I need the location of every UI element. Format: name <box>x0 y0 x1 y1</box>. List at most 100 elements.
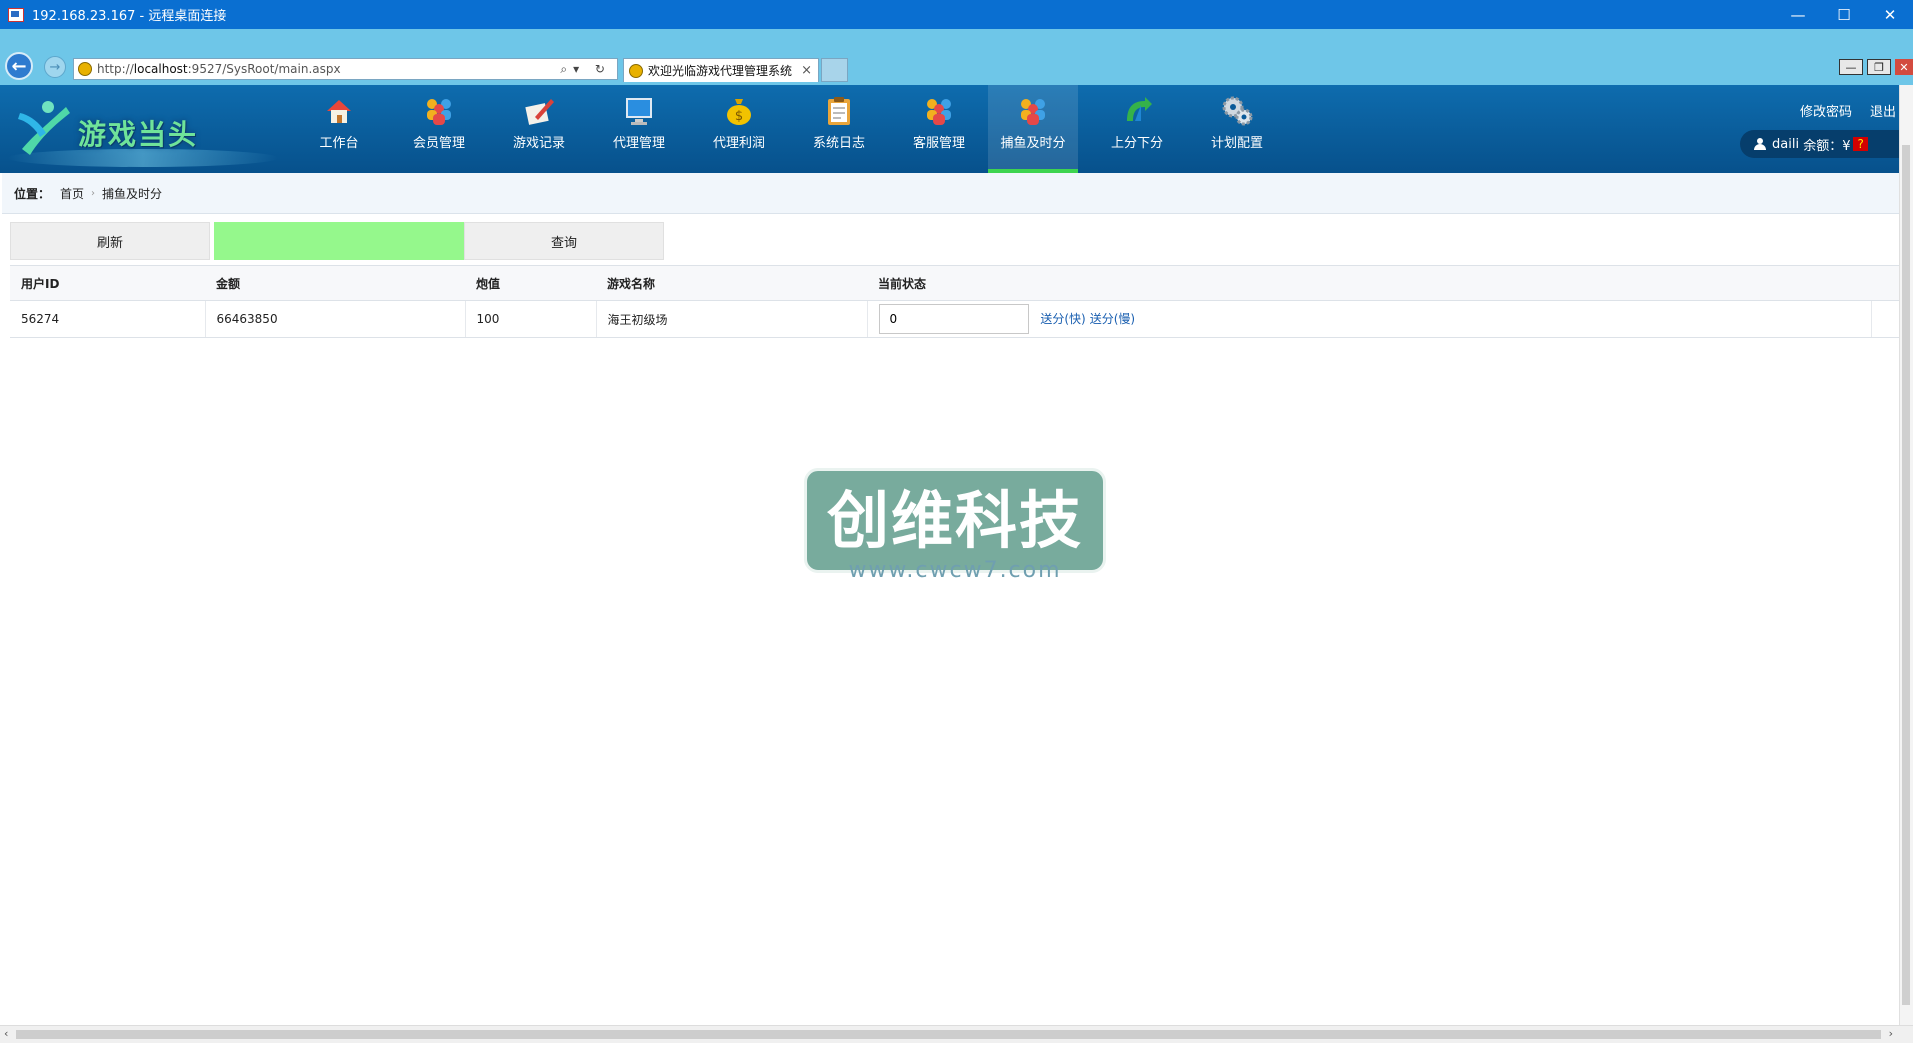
inner-restore-icon[interactable]: ❐ <box>1867 59 1891 75</box>
balance-pill: daili 余额：¥? <box>1740 130 1900 158</box>
inner-minimize-icon[interactable]: — <box>1839 59 1863 75</box>
balance-label: 余额：¥ <box>1803 138 1851 154</box>
nav-label: 系统日志 <box>812 136 865 151</box>
breadcrumb-label: 位置： <box>14 186 51 201</box>
nav-item-fishing-scores[interactable]: 捕鱼及时分 <box>988 85 1078 173</box>
change-password-link[interactable]: 修改密码 <box>1800 105 1852 120</box>
scroll-right-icon[interactable]: › <box>1889 1027 1893 1040</box>
address-url[interactable]: http://localhost:9527/SysRoot/main.aspx <box>97 62 560 76</box>
logo-figure-icon <box>18 101 70 155</box>
cell-user-id: 56274 <box>10 300 205 338</box>
breadcrumb-home-link[interactable]: 首页 <box>60 185 84 202</box>
gears-icon <box>1222 96 1253 126</box>
horizontal-scroll-thumb[interactable] <box>16 1030 1881 1039</box>
remote-desktop-icon <box>8 7 24 22</box>
nav-label: 代理利润 <box>712 136 765 151</box>
column-header-game-name: 游戏名称 <box>596 265 867 301</box>
nav-label: 捕鱼及时分 <box>1000 136 1066 151</box>
watermark-url: www.cwcw7.com <box>848 558 1062 583</box>
nav-label: 代理管理 <box>612 136 665 151</box>
nav-item-workbench[interactable]: 工作台 <box>294 85 384 173</box>
send-score-fast-link[interactable]: 送分(快) <box>1040 312 1085 326</box>
column-header-user-id: 用户ID <box>10 265 205 301</box>
cell-extra <box>1870 300 1900 338</box>
minimize-icon[interactable]: — <box>1775 0 1821 29</box>
header-links: 修改密码 退出 <box>1782 101 1896 120</box>
cell-game-name: 海王初级场 <box>595 300 867 338</box>
nav-label: 上分下分 <box>1110 136 1163 151</box>
money-bag-icon: $ <box>727 99 751 125</box>
fishing-score-table: 用户ID 金额 炮值 游戏名称 当前状态 56274 66463850 100 … <box>10 265 1900 338</box>
inner-window-controls: — ❐ ✕ <box>1835 59 1913 75</box>
maximize-icon[interactable]: ☐ <box>1821 0 1867 29</box>
people-icon <box>1021 99 1045 125</box>
balance-value: ? <box>1853 137 1868 151</box>
nav-label: 计划配置 <box>1210 136 1263 151</box>
column-header-extra <box>1871 265 1900 301</box>
table-header-row: 用户ID 金额 炮值 游戏名称 当前状态 <box>10 265 1900 301</box>
status-filter-box[interactable] <box>214 222 464 260</box>
home-icon <box>327 100 351 123</box>
status-input[interactable] <box>878 304 1029 334</box>
app-logo[interactable]: 游戏当头 <box>8 91 278 169</box>
cell-cannon: 100 <box>464 300 596 338</box>
user-icon <box>1754 138 1766 150</box>
rdp-titlebar: 192.168.23.167 - 远程桌面连接 — ☐ ✕ <box>0 0 1913 29</box>
tab-title: 欢迎光临游戏代理管理系统 <box>648 64 793 78</box>
back-arrow-icon[interactable]: ← <box>5 52 33 80</box>
table-row: 56274 66463850 100 海王初级场 送分(快) 送分(慢) <box>10 300 1900 338</box>
site-favicon-icon <box>78 62 92 76</box>
forward-arrow-icon[interactable]: → <box>44 56 66 78</box>
watermark: 创维科技 www.cwcw7.com <box>804 468 1106 594</box>
nav-item-agent-management[interactable]: 代理管理 <box>594 85 684 173</box>
close-icon[interactable]: ✕ <box>1867 0 1913 29</box>
svg-text:$: $ <box>735 109 743 124</box>
rdp-window-controls: — ☐ ✕ <box>1775 0 1913 29</box>
rdp-window-title: 192.168.23.167 - 远程桌面连接 <box>32 9 227 24</box>
address-tools[interactable]: ⌕▾ ↻ <box>560 62 617 77</box>
column-header-amount: 金额 <box>205 265 465 301</box>
nav-item-members[interactable]: 会员管理 <box>394 85 484 173</box>
vertical-scroll-thumb[interactable] <box>1902 145 1910 1005</box>
nav-label: 工作台 <box>319 136 359 151</box>
nav-label: 会员管理 <box>412 136 465 151</box>
column-header-status: 当前状态 <box>867 265 1871 301</box>
scroll-left-icon[interactable]: ‹ <box>4 1027 8 1040</box>
breadcrumb-current: 捕鱼及时分 <box>102 186 163 201</box>
breadcrumb: 位置： 首页 › 捕鱼及时分 <box>2 173 1900 214</box>
nav-label: 游戏记录 <box>512 136 565 151</box>
refresh-button[interactable]: 刷新 <box>10 222 210 260</box>
cell-status: 送分(快) 送分(慢) <box>866 300 1871 338</box>
header-user-area: 修改密码 退出 daili 余额：¥? <box>1640 85 1900 173</box>
send-score-slow-link[interactable]: 送分(慢) <box>1090 312 1135 326</box>
column-header-cannon: 炮值 <box>465 265 596 301</box>
new-tab-button[interactable] <box>821 58 848 82</box>
logo-text: 游戏当头 <box>78 118 199 151</box>
nav-item-agent-profit[interactable]: $ 代理利润 <box>694 85 784 173</box>
horizontal-scrollbar[interactable]: ‹ › <box>0 1025 1913 1043</box>
app-header: 游戏当头 工作台 会员管理 游戏记录 代理管理 $ 代理利润 系统日志 客服管理… <box>0 85 1900 173</box>
breadcrumb-separator: › <box>91 187 96 199</box>
query-button[interactable]: 查询 <box>464 222 664 260</box>
address-bar[interactable]: http://localhost:9527/SysRoot/main.aspx … <box>73 58 618 80</box>
vertical-scrollbar[interactable] <box>1899 85 1913 1025</box>
browser-tab[interactable]: 欢迎光临游戏代理管理系统 × <box>623 58 819 82</box>
nav-item-plan-config[interactable]: 计划配置 <box>1192 85 1282 173</box>
tab-favicon-icon <box>629 63 643 78</box>
nav-label: 客服管理 <box>912 136 965 151</box>
arrows-icon <box>1127 97 1152 121</box>
nav-item-score-up-down[interactable]: 上分下分 <box>1092 85 1182 173</box>
notes-icon <box>525 99 554 125</box>
browser-toolbar: ← → http://localhost:9527/SysRoot/main.a… <box>0 29 1913 106</box>
members-icon <box>427 99 451 125</box>
username: daili <box>1772 136 1800 152</box>
logout-link[interactable]: 退出 <box>1870 105 1896 120</box>
monitor-icon <box>626 98 652 125</box>
tab-close-icon[interactable]: × <box>801 63 812 78</box>
nav-item-game-records[interactable]: 游戏记录 <box>494 85 584 173</box>
watermark-title: 创维科技 <box>826 483 1083 557</box>
nav-item-customer-service[interactable]: 客服管理 <box>894 85 984 173</box>
cell-amount: 66463850 <box>204 300 465 338</box>
inner-close-icon[interactable]: ✕ <box>1895 59 1913 75</box>
nav-item-system-log[interactable]: 系统日志 <box>794 85 884 173</box>
